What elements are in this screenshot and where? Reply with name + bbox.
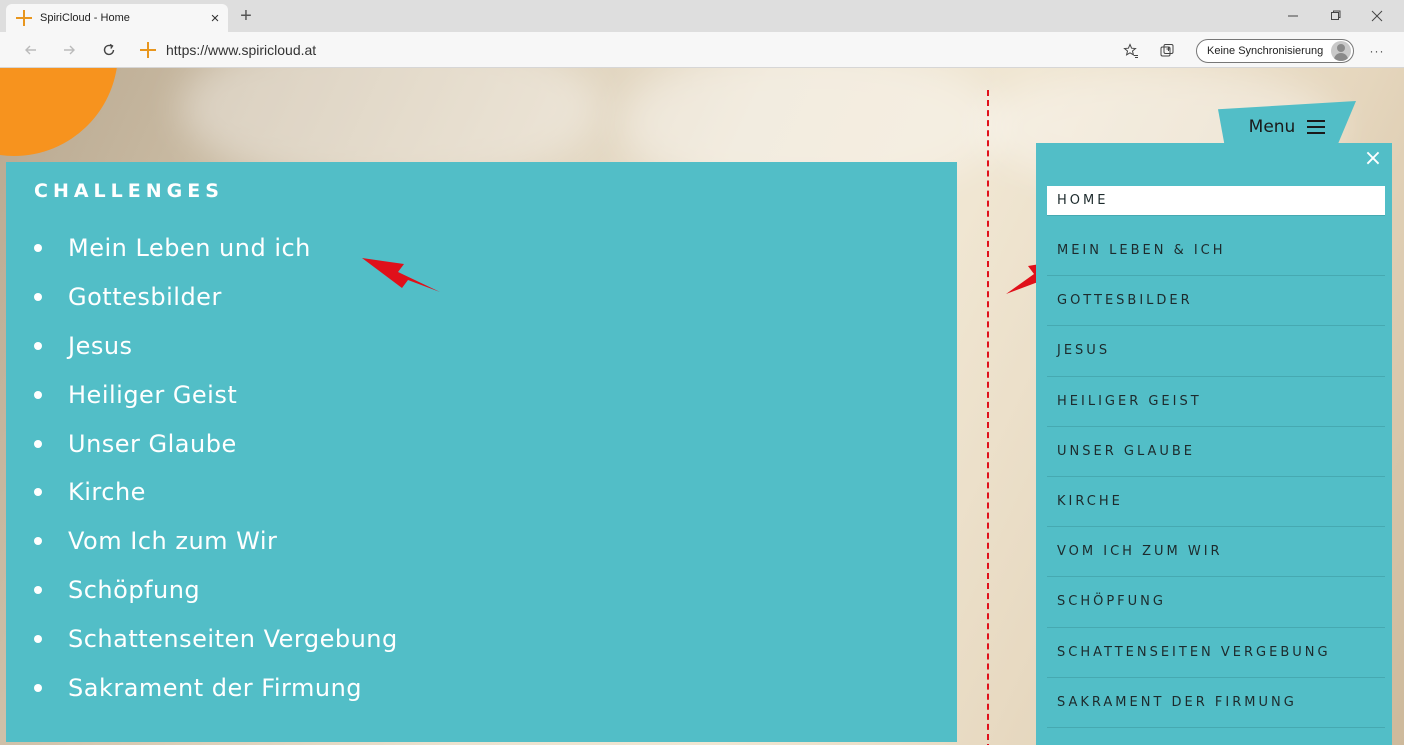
refresh-icon — [103, 43, 115, 56]
challenges-title: CHALLENGES — [34, 180, 224, 202]
bullet-icon — [34, 585, 42, 594]
challenges-panel: CHALLENGES Mein Leben und ich Gottesbild… — [6, 162, 957, 742]
red-annotation-arrow-left — [362, 258, 440, 292]
bullet-icon — [34, 537, 42, 546]
webpage: CHALLENGES Mein Leben und ich Gottesbild… — [0, 68, 1404, 745]
challenge-label: Vom Ich zum Wir — [68, 527, 278, 556]
challenge-label: Mein Leben und ich — [68, 234, 311, 263]
address-bar[interactable]: https://www.spiricloud.at — [140, 38, 1100, 62]
hamburger-icon — [1307, 120, 1326, 134]
navigation-menu: × HOME MEIN LEBEN & ICH GOTTESBILDER JES… — [1036, 143, 1392, 745]
challenge-link[interactable]: Kirche — [34, 468, 957, 517]
collections-button[interactable] — [1156, 40, 1178, 62]
challenge-label: Sakrament der Firmung — [68, 673, 363, 702]
challenge-label: Heiliger Geist — [68, 380, 238, 409]
bullet-icon — [34, 488, 42, 497]
favorites-star-icon — [1123, 43, 1138, 58]
url-text: https://www.spiricloud.at — [166, 42, 317, 58]
challenge-label: Schattenseiten Vergebung — [68, 624, 398, 653]
challenge-label: Gottesbilder — [68, 283, 222, 312]
challenge-link[interactable]: Mein Leben und ich — [34, 224, 957, 273]
menu-item-mein-leben[interactable]: MEIN LEBEN & ICH — [1047, 226, 1385, 277]
menu-item-vom-ich-zum-wir[interactable]: VOM ICH ZUM WIR — [1047, 527, 1385, 578]
menu-label: Menu — [1248, 117, 1296, 137]
bullet-icon — [34, 634, 42, 643]
close-menu-icon[interactable]: × — [1362, 146, 1384, 171]
minimize-button[interactable] — [1270, 2, 1316, 30]
menu-item-schattenseiten[interactable]: SCHATTENSEITEN VERGEBUNG — [1047, 628, 1385, 678]
challenge-link[interactable]: Vom Ich zum Wir — [34, 517, 957, 566]
restore-icon — [1331, 10, 1341, 20]
menu-item-kirche[interactable]: KIRCHE — [1047, 477, 1385, 528]
menu-item-schoepfung[interactable]: SCHÖPFUNG — [1047, 577, 1385, 628]
challenge-label: Jesus — [68, 331, 133, 360]
challenge-link[interactable]: Gottesbilder — [34, 273, 957, 322]
forward-arrow-icon — [64, 45, 75, 55]
more-options-button[interactable]: ··· — [1366, 40, 1388, 62]
challenge-link[interactable]: Heiliger Geist — [34, 370, 957, 419]
challenge-label: Unser Glaube — [68, 429, 237, 458]
minimize-icon — [1288, 15, 1298, 17]
challenges-list: Mein Leben und ich Gottesbilder Jesus He… — [34, 224, 957, 712]
challenge-link[interactable]: Schöpfung — [34, 566, 957, 615]
browser-toolbar: https://www.spiricloud.at Keine Synchron… — [0, 32, 1404, 68]
challenge-link[interactable]: Jesus — [34, 322, 957, 371]
profile-avatar-icon — [1331, 41, 1351, 61]
bullet-icon — [34, 439, 42, 448]
menu-item-gottesbilder[interactable]: GOTTESBILDER — [1047, 276, 1385, 327]
red-dashed-divider — [987, 90, 989, 745]
challenge-link[interactable]: Schattenseiten Vergebung — [34, 614, 957, 663]
restore-button[interactable] — [1312, 2, 1358, 30]
menu-list: HOME MEIN LEBEN & ICH GOTTESBILDER JESUS… — [1047, 186, 1385, 728]
forward-button[interactable] — [56, 38, 82, 62]
challenge-label: Schöpfung — [68, 575, 201, 604]
bullet-icon — [34, 293, 42, 302]
menu-item-heiliger-geist[interactable]: HEILIGER GEIST — [1047, 377, 1385, 427]
sync-profile-button[interactable]: Keine Synchronisierung — [1196, 39, 1354, 63]
tab-bar: SpiriCloud - Home × + — [0, 0, 1404, 32]
challenge-link[interactable]: Unser Glaube — [34, 419, 957, 468]
tab-title: SpiriCloud - Home — [40, 12, 130, 24]
bullet-icon — [34, 390, 42, 399]
bullet-icon — [34, 341, 42, 350]
tab-close-icon[interactable]: × — [202, 7, 228, 29]
site-favicon-icon — [140, 42, 156, 58]
menu-item-jesus[interactable]: JESUS — [1047, 326, 1385, 377]
close-window-icon — [1371, 10, 1383, 22]
back-button[interactable] — [18, 38, 44, 62]
favorites-button[interactable] — [1120, 40, 1142, 62]
menu-item-home[interactable]: HOME — [1047, 186, 1385, 216]
bullet-icon — [34, 244, 42, 253]
menu-item-unser-glaube[interactable]: UNSER GLAUBE — [1047, 427, 1385, 477]
challenge-label: Kirche — [68, 478, 146, 507]
sync-label: Keine Synchronisierung — [1207, 45, 1324, 57]
orange-decorative-circle — [0, 68, 118, 156]
bullet-icon — [34, 683, 42, 692]
close-window-button[interactable] — [1354, 2, 1400, 30]
new-tab-button[interactable]: + — [234, 4, 258, 28]
refresh-button[interactable] — [96, 38, 122, 62]
spiricloud-favicon-icon — [16, 10, 32, 26]
menu-item-sakrament[interactable]: SAKRAMENT DER FIRMUNG — [1047, 678, 1385, 728]
collections-icon — [1160, 44, 1174, 57]
browser-tab[interactable]: SpiriCloud - Home × — [6, 4, 228, 32]
back-arrow-icon — [25, 45, 36, 55]
challenge-link[interactable]: Sakrament der Firmung — [34, 663, 957, 712]
